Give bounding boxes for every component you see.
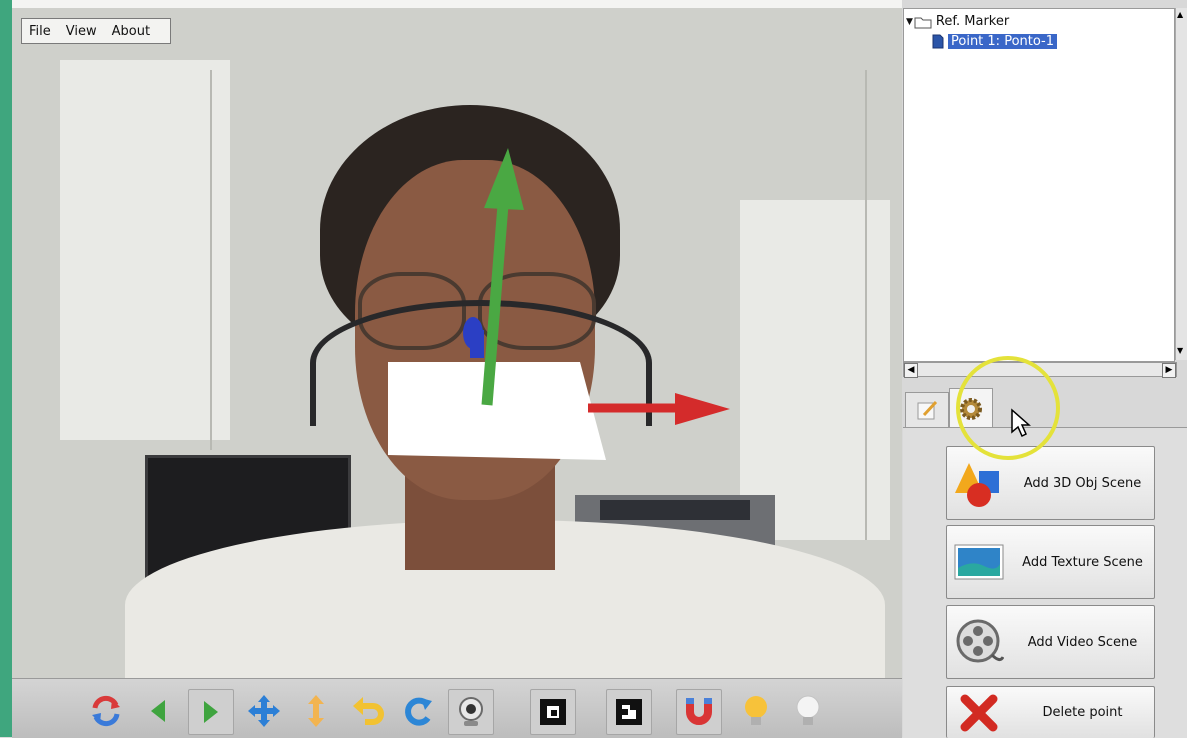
tab-edit[interactable] [905,392,949,427]
menu-bar: File View About [21,18,171,44]
arrow-left-icon [151,700,165,722]
tree-item-ref-marker[interactable]: ▼ Ref. Marker [906,13,1009,30]
previous-button[interactable] [136,689,180,733]
marker-1-button[interactable] [530,689,576,735]
vertical-move-button[interactable] [294,689,338,733]
mouse-cursor-icon [1011,408,1031,438]
marker-tree[interactable]: ▼ Ref. Marker Point 1: Ponto-1 [903,8,1175,362]
3d-objects-icon [955,463,999,507]
marker-2-icon [616,699,642,725]
menu-file[interactable]: File [22,24,59,39]
button-label: Delete point [1042,705,1123,720]
arrow-right-icon [204,701,218,723]
scroll-right-icon[interactable]: ▶ [1162,363,1176,378]
undo-icon [353,697,384,725]
magnet-button[interactable] [676,689,722,735]
refresh-button[interactable] [84,689,128,733]
delete-x-icon [960,694,998,731]
magnet-icon [686,698,712,725]
scroll-up-icon[interactable]: ▲ [1177,10,1183,19]
webcam-button[interactable] [448,689,494,735]
redo-icon [405,697,432,726]
ar-overlay [388,148,730,460]
menu-view[interactable]: View [59,24,105,39]
light-off-button[interactable] [786,689,830,733]
delete-point-button[interactable]: Delete point [946,686,1155,738]
webcam-icon [459,697,483,726]
camera-viewport[interactable] [0,0,902,678]
expand-arrow-icon[interactable]: ▼ [906,17,913,27]
button-label: Add Texture Scene [1022,554,1143,570]
x-axis-arrow[interactable] [675,393,730,425]
next-button[interactable] [188,689,234,735]
scroll-left-icon[interactable]: ◀ [904,363,918,378]
tree-item-label: Point 1: Ponto-1 [948,34,1058,49]
add-texture-scene-button[interactable]: Add Texture Scene [946,525,1155,599]
add-3d-obj-scene-button[interactable]: Add 3D Obj Scene [946,446,1155,520]
marker-1-icon [540,699,566,725]
y-axis-arrow[interactable] [484,148,524,210]
tree-item-point-1[interactable]: Point 1: Ponto-1 [932,33,1058,50]
scroll-down-icon[interactable]: ▼ [1177,346,1183,355]
folder-icon [914,17,932,28]
z-axis-shaft [470,330,484,358]
edit-icon [917,400,938,420]
tree-item-label: Ref. Marker [935,14,1010,29]
button-label: Add Video Scene [1027,634,1138,650]
move-button[interactable] [242,689,286,733]
refresh-icon [92,695,120,727]
window-left-edge [0,0,12,737]
light-on-icon [745,696,767,725]
film-reel-icon [956,619,1004,663]
menu-about[interactable]: About [105,24,158,39]
highlight-ring [956,356,1060,460]
bottom-toolbar [12,678,902,738]
light-off-icon [796,695,820,725]
texture-image-icon [954,544,1004,580]
vertical-move-icon [308,695,324,727]
light-on-button[interactable] [734,689,778,733]
undo-button[interactable] [346,689,390,733]
move-icon [248,695,280,727]
redo-button[interactable] [396,689,440,733]
document-icon [932,34,944,49]
add-video-scene-button[interactable]: Add Video Scene [946,605,1155,679]
ar-plane[interactable] [388,362,606,460]
marker-2-button[interactable] [606,689,652,735]
button-label: Add 3D Obj Scene [1023,475,1142,491]
tree-vertical-scrollbar[interactable]: ▲ ▼ [1175,8,1187,360]
